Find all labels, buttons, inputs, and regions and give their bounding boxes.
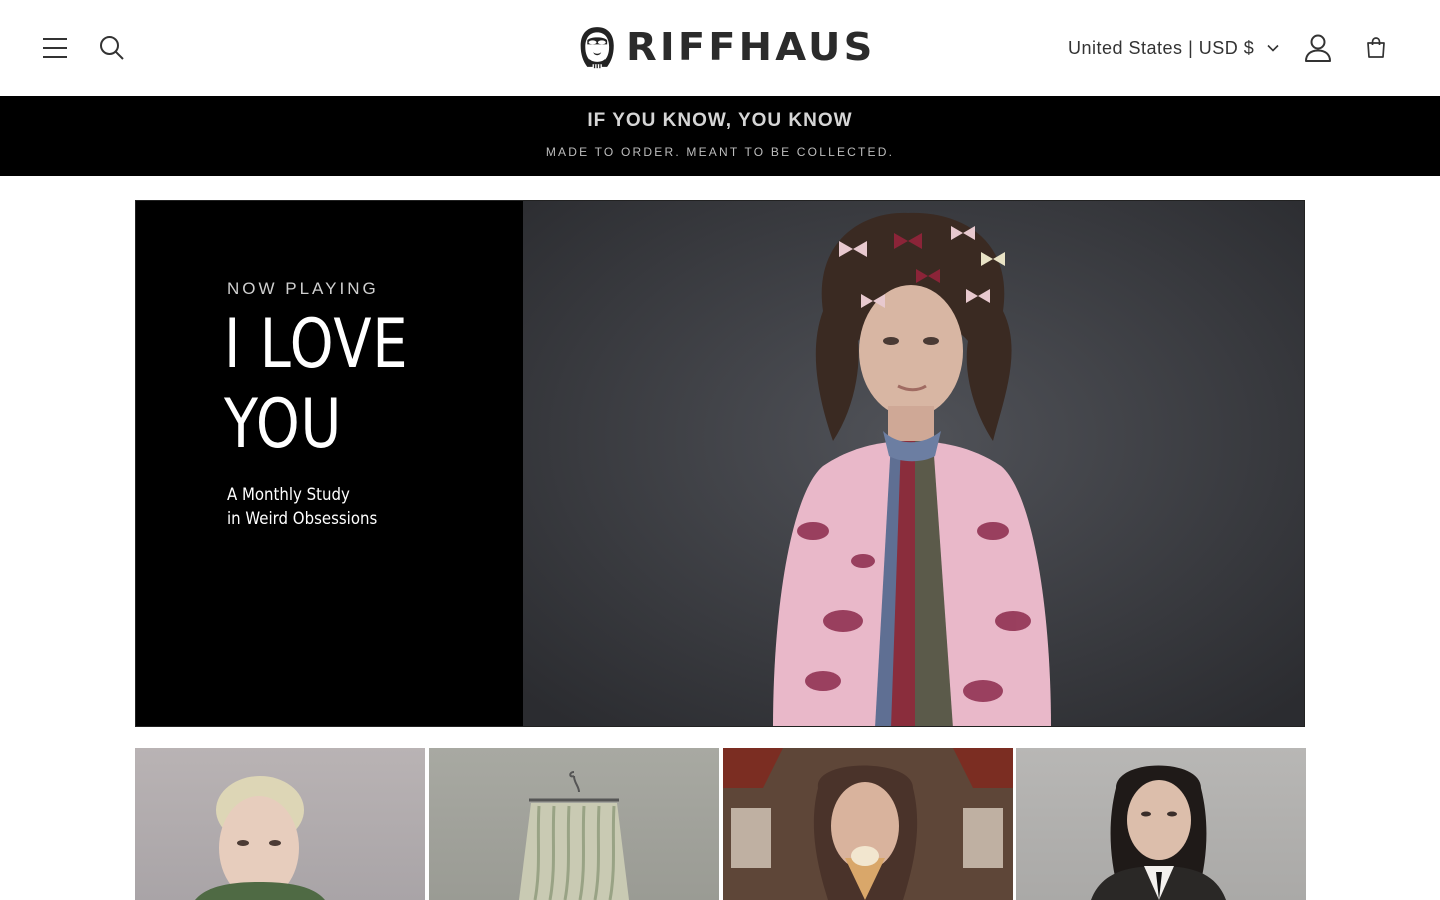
account-button[interactable] [1296,27,1340,69]
product-tile[interactable] [723,748,1013,900]
site-header: RIFFHAUS United States | USD $ [0,0,1440,96]
cart-icon [1367,37,1385,58]
brand-face-logo-icon [580,27,614,69]
account-icon [1305,34,1331,62]
hero-subline-line-2: in Weird Obsessions [227,509,378,529]
cart-button[interactable] [1354,27,1398,69]
product-tile[interactable] [135,748,425,900]
hero-model-illustration [523,201,1304,726]
hero-banner[interactable]: NOW PLAYING I LOVE YOU A Monthly Study i… [135,200,1305,727]
chevron-down-icon [1267,44,1279,52]
hero-headline-line-1: I LOVE [224,305,409,384]
product-grid [135,748,1306,900]
hero-eyebrow: NOW PLAYING [227,279,379,298]
announcement-bar: IF YOU KNOW, YOU KNOW MADE TO ORDER. MEA… [0,96,1440,176]
announcement-subtitle: MADE TO ORDER. MEANT TO BE COLLECTED. [545,145,895,159]
product-image [1091,765,1226,900]
hero-text-panel: NOW PLAYING I LOVE YOU A Monthly Study i… [136,201,523,726]
announcement-title: IF YOU KNOW, YOU KNOW [587,110,853,131]
product-tile[interactable] [1016,748,1306,900]
brand-name: RIFFHAUS [626,25,876,69]
hero-photo [523,201,1304,726]
hero-subline: A Monthly Study in Weird Obsessions [227,483,456,531]
product-image [195,776,325,900]
search-icon [100,36,124,60]
country-currency-selector[interactable]: United States | USD $ [1068,30,1280,66]
hero-headline-line-2: YOU [224,385,343,464]
search-button[interactable] [90,28,134,68]
hamburger-menu-icon [43,38,67,58]
product-image [723,748,1013,900]
brand-logo[interactable]: RIFFHAUS [578,14,873,80]
product-tile[interactable] [429,748,719,900]
hero-headline: I LOVE YOU [224,305,454,465]
product-image [519,771,629,900]
menu-button[interactable] [32,28,78,68]
country-currency-label: United States | USD $ [1068,37,1255,58]
hero-subline-line-1: A Monthly Study [227,485,350,505]
